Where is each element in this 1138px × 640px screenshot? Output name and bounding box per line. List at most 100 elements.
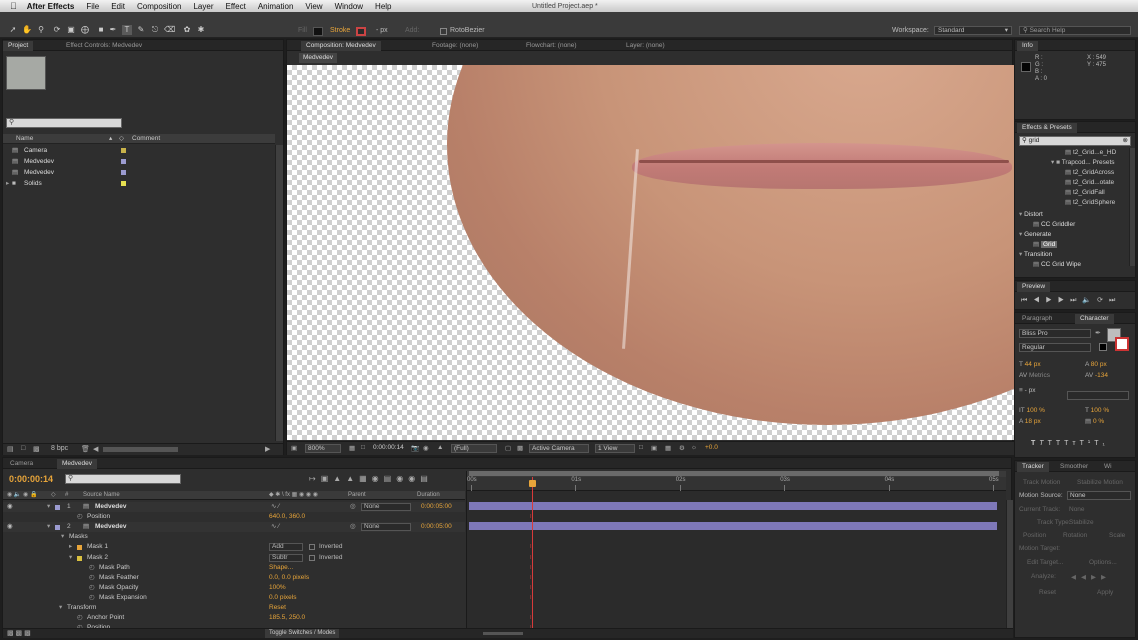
tab-preview[interactable]: Preview	[1017, 282, 1051, 292]
eyedropper-icon[interactable]: ✒	[1095, 329, 1103, 337]
inverted-checkbox[interactable]	[309, 554, 315, 561]
position-checkbox[interactable]: Position	[1023, 532, 1046, 542]
flowchart-icon[interactable]: ⚙	[679, 444, 685, 452]
menu-animation[interactable]: Animation	[258, 2, 294, 11]
faux-italic-button[interactable]: T	[1039, 440, 1047, 447]
timeline-timecode[interactable]: 0:00:00:14	[9, 474, 53, 484]
color-channel-icon[interactable]: ▲	[437, 444, 443, 451]
black-swatch[interactable]	[1099, 343, 1107, 351]
brush-tool-icon[interactable]: ✎	[136, 25, 146, 35]
camera-snapshot-icon[interactable]: 📷	[411, 444, 419, 452]
reset-button[interactable]: Reset	[1039, 589, 1056, 599]
tab-camera[interactable]: Camera	[5, 459, 38, 469]
hscale-value[interactable]: 100 %	[1091, 407, 1109, 414]
live-update-icon[interactable]: ▣	[321, 474, 334, 483]
analyze-controls[interactable]: ◀◀▶▶	[1071, 573, 1111, 583]
column-comment[interactable]: Comment	[132, 134, 160, 144]
options-button[interactable]: Options...	[1089, 559, 1117, 569]
rotation-checkbox[interactable]: Rotation	[1063, 532, 1087, 542]
zoom-tool-icon[interactable]: ⚲	[36, 25, 46, 35]
expand-arrow-icon[interactable]: ▾	[59, 603, 62, 613]
leading-value[interactable]: 80 px	[1091, 361, 1107, 368]
scroll-right-icon[interactable]: ▶	[265, 445, 270, 453]
selection-tool-icon[interactable]: ➚	[8, 25, 18, 35]
table-row[interactable]: ▾ Masks	[3, 532, 465, 542]
motion-source-dropdown[interactable]: None	[1067, 491, 1131, 500]
next-frame-icon[interactable]: ▶	[1058, 297, 1070, 304]
work-area-range[interactable]	[469, 471, 999, 476]
search-help-field[interactable]: ⚲ Search Help	[1019, 26, 1131, 35]
fill-swatch[interactable]	[313, 27, 323, 36]
draft-3d-icon[interactable]: ▲	[333, 474, 346, 483]
preset-item[interactable]: ▤ t2_Grid...e_HD	[1065, 148, 1129, 158]
reset-link[interactable]: Reset	[269, 603, 286, 613]
vscale-value[interactable]: 100 %	[1026, 407, 1044, 414]
parent-dropdown[interactable]: None	[361, 523, 411, 532]
pan-behind-tool-icon[interactable]: ⨁	[80, 25, 90, 35]
stroke-label[interactable]: Stroke	[330, 27, 350, 34]
comp-timecode[interactable]: 0:00:00:14	[373, 444, 404, 451]
edit-target-button[interactable]: Edit Target...	[1027, 559, 1063, 569]
table-row[interactable]: ◴ Position 640.0, 360.0	[3, 512, 465, 522]
playhead-handle[interactable]	[529, 480, 537, 487]
menu-file[interactable]: File	[86, 2, 99, 11]
timeline-search-input[interactable]: ⚲	[65, 474, 181, 484]
table-row[interactable]: ◴ Anchor Point 185.5, 250.0	[3, 613, 465, 623]
effects-search-input[interactable]: ⚲ grid ⊗	[1019, 136, 1131, 146]
table-row[interactable]: ◉ ▾ 1 ▤ Medvedev ∿ ∕ ◎ None 0:00:05:00	[3, 502, 465, 512]
tracking-value[interactable]: -134	[1095, 372, 1108, 379]
duration-header[interactable]: Duration	[417, 491, 440, 500]
scroll-left-icon[interactable]: ◀	[93, 445, 98, 453]
eraser-tool-icon[interactable]: ⌫	[164, 25, 175, 35]
zoom-slider[interactable]	[483, 632, 523, 635]
region-of-interest-icon[interactable]: ▢	[505, 444, 511, 452]
tab-tracker[interactable]: Tracker	[1017, 462, 1049, 472]
comp-viewer[interactable]	[287, 65, 1014, 440]
tab-project[interactable]: Project	[3, 41, 34, 51]
mask-color-swatch[interactable]	[77, 545, 82, 551]
bpc-label[interactable]: 8 bpc	[51, 445, 68, 452]
tab-character[interactable]: Character	[1075, 314, 1114, 324]
subscript-button[interactable]: T₁	[1094, 440, 1109, 447]
source-name-header[interactable]: Source Name	[83, 491, 120, 500]
toggle-switches-modes-button[interactable]: Toggle Switches / Modes	[265, 629, 340, 638]
effect-category[interactable]: ▾ Transition	[1019, 250, 1129, 260]
frame-blending-icon[interactable]: ▦	[359, 474, 372, 483]
track-motion-button[interactable]: Track Motion	[1023, 479, 1060, 489]
font-size-value[interactable]: 44 px	[1025, 361, 1041, 368]
project-item[interactable]: ▤ Camera	[3, 145, 275, 156]
play-icon[interactable]: ▶	[1046, 297, 1058, 304]
rotobezier-checkbox[interactable]	[440, 28, 447, 35]
loop-icon[interactable]: ⟳	[1097, 297, 1109, 304]
safe-zones-icon[interactable]: ▦	[349, 444, 355, 452]
effect-item[interactable]: ▤ CC Griddler	[1033, 220, 1129, 230]
comp-mini-flowchart-icon[interactable]: ↦	[309, 474, 321, 483]
expand-arrow-icon[interactable]: ▸	[6, 178, 9, 189]
new-comp-icon[interactable]: ▩	[33, 445, 40, 453]
property-value[interactable]: Shape...	[269, 563, 293, 573]
comp-name-chip[interactable]: Medvedev	[299, 53, 337, 63]
menu-composition[interactable]: Composition	[137, 2, 181, 11]
label-color-swatch[interactable]	[121, 170, 126, 175]
tab-layer[interactable]: Layer: (none)	[621, 41, 670, 51]
timeline-scrollbar[interactable]	[1006, 500, 1013, 628]
fast-previews-icon[interactable]: ▣	[651, 444, 657, 452]
stroke-width-value[interactable]: - px	[1025, 387, 1036, 394]
project-item[interactable]: ▸ ■ Solids	[3, 178, 275, 189]
eye-icon[interactable]: ◉	[7, 522, 13, 532]
stroke-order-dropdown[interactable]	[1067, 391, 1129, 400]
effects-scrollbar[interactable]	[1129, 148, 1135, 266]
rotate-tool-icon[interactable]: ⟳	[52, 25, 62, 35]
zoom-dropdown[interactable]: 800%	[305, 444, 341, 453]
audio-icon[interactable]: 🔈	[1082, 297, 1097, 304]
mask-color-swatch[interactable]	[77, 555, 82, 561]
table-row[interactable]: ▾ Transform Reset	[3, 603, 465, 613]
workspace-dropdown[interactable]: Standard ▾	[934, 26, 1012, 35]
tab-wiggler[interactable]: Wi	[1099, 462, 1117, 472]
property-value[interactable]: 0.0 pixels	[269, 593, 296, 603]
property-value[interactable]: 640.0, 360.0	[269, 512, 305, 522]
stroke-width[interactable]: - px	[376, 27, 388, 34]
expand-arrow-icon[interactable]: ▸	[69, 542, 72, 552]
toggle-pixel-aspect-icon[interactable]: □	[639, 444, 643, 451]
menu-effect[interactable]: Effect	[226, 2, 246, 11]
